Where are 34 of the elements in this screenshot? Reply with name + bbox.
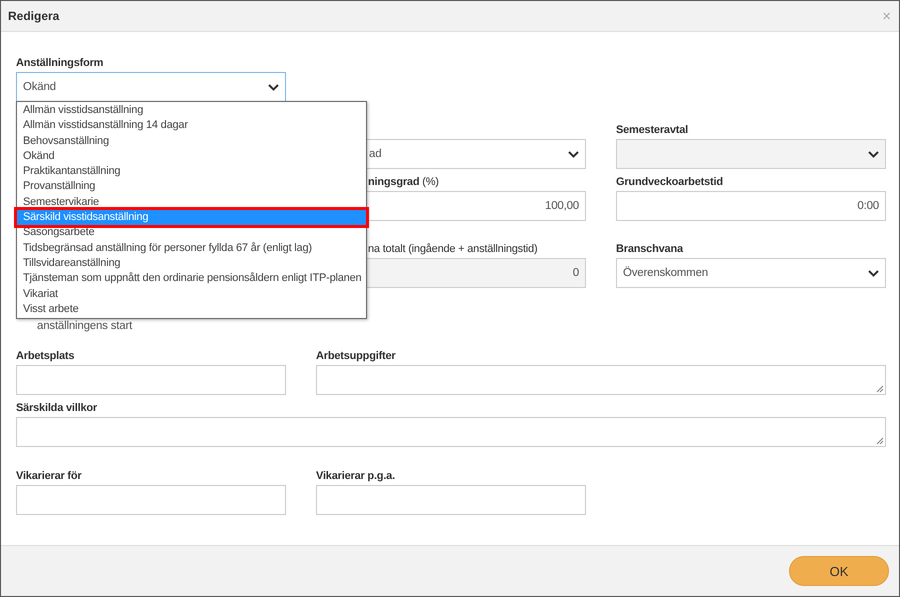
input-field[interactable] [16,485,286,515]
input-field[interactable]: 0:00 [616,191,886,221]
input-field[interactable] [316,485,586,515]
field-label: ningsgrad (%) [367,175,440,189]
dropdown-option[interactable]: Vikariat [17,286,366,302]
dialog-title: Redigera [8,9,60,23]
hint-text: anställningens start [37,320,132,332]
chevron-icon [868,150,879,158]
field-label: Vikarierar p.g.a. [316,469,396,483]
resize-grip-icon[interactable] [876,385,884,393]
dropdown-option[interactable]: Sasongsarbete [17,225,366,241]
chevron-icon [868,270,879,276]
ok-button[interactable]: OK [789,556,889,586]
field-label: Arbetsuppgifter [316,349,397,363]
chevron-icon [268,84,279,90]
resize-grip-icon[interactable] [876,437,884,445]
dropdown-option[interactable]: Visst arbete [17,302,366,318]
field-label: Vikarierar för [16,469,82,483]
field-label: Grundveckoarbetstid [616,175,724,189]
chevron-icon [568,150,579,158]
field-label: na totalt (ingående + anställningstid) [367,242,538,256]
text-area[interactable] [16,417,886,447]
select-field[interactable]: Okänd [16,72,286,102]
input-field[interactable] [16,365,286,395]
field-label: Arbetsplats [16,349,76,363]
text-area[interactable] [316,365,886,395]
field-label: Branschvana [616,242,684,256]
dropdown-option[interactable]: Allmän visstidsanställning 14 dagar [17,118,366,134]
dropdown-option[interactable]: Tidsbegränsad anställning för personer fyllda 67 år (enligt lag) [17,240,366,256]
field-label: Semesteravtal [616,123,690,137]
dropdown-option[interactable]: Allmän visstidsanställning [17,103,366,118]
field-label: Anställningsform [16,56,104,70]
select-field[interactable]: Överenskommen [616,258,886,288]
field-label: Särskilda villkor [16,401,98,415]
